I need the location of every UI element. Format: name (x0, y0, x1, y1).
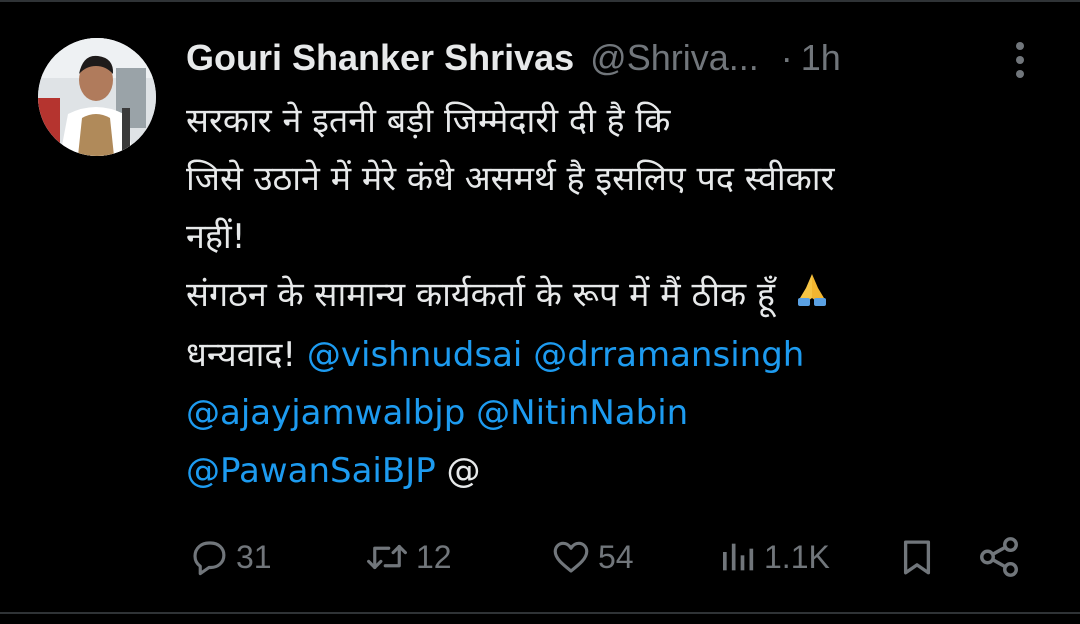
action-bar: 31 12 54 1.1K (0, 530, 1080, 584)
reply-button[interactable]: 31 (188, 530, 272, 584)
folded-hands-icon (792, 268, 832, 326)
avatar-photo (38, 38, 156, 156)
mention-link[interactable]: @PawanSaiBJP (186, 451, 436, 491)
tweet-line-4-text: संगठन के सामान्य कार्यकर्ता के रूप में म… (186, 275, 775, 315)
reply-icon (188, 536, 230, 578)
reply-count: 31 (236, 538, 272, 575)
tweet-header: Gouri Shanker Shrivas @Shriva... · 1h (186, 36, 841, 80)
bottom-divider (0, 612, 1080, 614)
avatar[interactable] (38, 38, 156, 156)
thanks-text: धन्यवाद! (186, 334, 297, 375)
views-count: 1.1K (764, 538, 830, 575)
author-name[interactable]: Gouri Shanker Shrivas (186, 37, 574, 79)
top-divider (0, 0, 1080, 2)
like-button[interactable]: 54 (550, 530, 634, 584)
separator-dot: · (780, 37, 793, 78)
tweet-line-6: @ajayjamwalbjp @NitinNabin (186, 384, 1046, 442)
bookmark-icon (896, 535, 938, 579)
bookmark-button[interactable] (896, 530, 938, 584)
author-handle[interactable]: @Shriva... (590, 37, 759, 79)
trailing-at: @ (446, 450, 481, 491)
repost-icon (364, 536, 410, 578)
tweet-line-7: @PawanSaiBJP @ (186, 442, 1046, 500)
tweet-line-1: सरकार ने इतनी बड़ी जिम्मेदारी दी है कि (186, 101, 671, 141)
repost-button[interactable]: 12 (364, 530, 452, 584)
views-icon (718, 536, 758, 578)
mention-link[interactable]: @NitinNabin (476, 393, 688, 433)
views-button[interactable]: 1.1K (718, 530, 830, 584)
tweet-line-4: संगठन के सामान्य कार्यकर्ता के रूप में म… (186, 266, 1046, 326)
mention-link[interactable]: @vishnudsai (307, 335, 523, 375)
mention-link[interactable]: @ajayjamwalbjp (186, 393, 465, 433)
share-icon (976, 534, 1022, 580)
tweet-text: सरकार ने इतनी बड़ी जिम्मेदारी दी है कि ज… (186, 92, 1046, 500)
timestamp[interactable]: 1h (801, 37, 841, 79)
like-count: 54 (598, 538, 634, 575)
more-vertical-icon[interactable] (1004, 38, 1036, 82)
tweet-line-3: नहीं! (186, 217, 246, 257)
like-icon (550, 536, 592, 578)
tweet-line-5: धन्यवाद! @vishnudsai @drramansingh (186, 326, 1046, 384)
mention-link[interactable]: @drramansingh (533, 335, 804, 375)
tweet-line-2: जिसे उठाने में मेरे कंधे असमर्थ है इसलिए… (186, 159, 835, 199)
repost-count: 12 (416, 538, 452, 575)
share-button[interactable] (976, 530, 1022, 584)
